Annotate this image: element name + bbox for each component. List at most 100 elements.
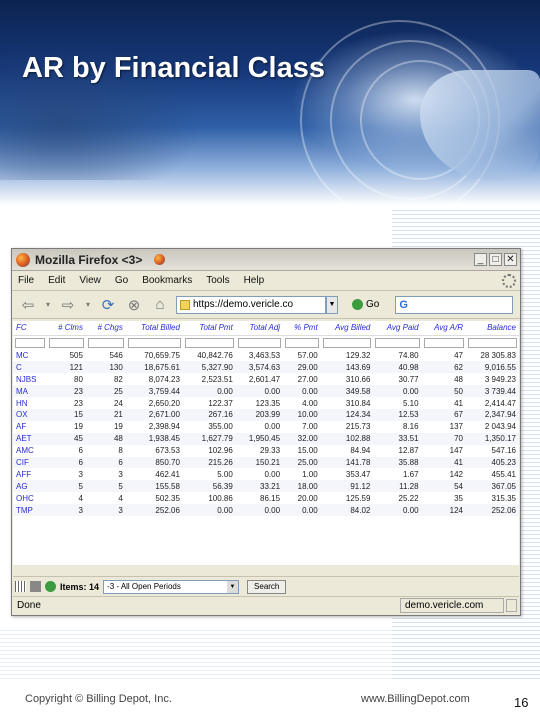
table-row[interactable]: MC 505 546 70,659.75 40,842.76 3,463.53 57.00 1… (13, 350, 519, 362)
financial-class-cell[interactable]: AFF (13, 468, 47, 480)
menu-view[interactable]: View (79, 275, 101, 286)
column-header[interactable]: # Clms (46, 321, 86, 336)
financial-class-cell[interactable]: AMC (13, 445, 47, 457)
table-cell: 3 949.23 (484, 374, 516, 384)
table-cell: 8.16 (403, 422, 419, 432)
financial-class-cell[interactable]: CIF (13, 456, 47, 469)
financial-class-cell[interactable]: OHC (13, 492, 47, 504)
table-row[interactable]: OX 15 21 2,671.00 267.16 203.99 10.00 124.34 12.… (13, 408, 519, 421)
search-button[interactable]: Search (247, 579, 287, 594)
table-cell: 267.16 (182, 408, 236, 421)
table-row[interactable]: AMC 6 8 673.53 102.96 29.33 15.00 84.94 12.87 147… (13, 445, 519, 457)
filter-input[interactable] (322, 337, 372, 348)
table-cell: 0.00 (182, 504, 236, 516)
financial-class-cell[interactable]: HN (13, 397, 47, 409)
stop-icon[interactable]: ⊗ (124, 295, 144, 315)
table-row[interactable]: TMP 3 3 252.06 0.00 0.00 0.00 84.02 0.00 124 252.0… (13, 504, 519, 516)
home-icon[interactable]: ⌂ (150, 295, 170, 315)
financial-class-cell[interactable]: TMP (13, 504, 47, 516)
menu-edit[interactable]: Edit (48, 275, 65, 286)
financial-class-cell[interactable]: AF (13, 421, 47, 433)
table-cell: 0.00 (283, 504, 321, 516)
back-dropdown-icon[interactable]: ▾ (44, 295, 52, 315)
period-select[interactable]: -3 - All Open Periods ▼ (103, 579, 240, 594)
reload-icon[interactable]: ⟳ (98, 295, 118, 315)
filter-input[interactable] (237, 337, 282, 348)
column-header[interactable]: Total Adj (235, 321, 284, 336)
close-button[interactable]: ✕ (504, 253, 517, 266)
financial-class-cell[interactable]: MC (13, 350, 47, 362)
slide-title: AR by Financial Class (22, 52, 325, 84)
financial-class-cell[interactable]: NJBS (13, 373, 47, 385)
search-input[interactable]: G (395, 295, 514, 314)
table-cell: 673.53 (155, 446, 180, 456)
table-cell: 0.00 (373, 504, 422, 516)
page-content: FC # Clms # Chgs Total Billed Total Pmt Total… (13, 321, 519, 565)
financial-class-cell[interactable]: C (13, 361, 47, 374)
table-cell: 850.70 (125, 456, 183, 469)
column-header[interactable]: Avg Paid (373, 321, 422, 336)
menu-tools[interactable]: Tools (206, 275, 229, 286)
table-cell: 3 (85, 504, 126, 516)
column-header[interactable]: Avg Billed (320, 321, 374, 336)
table-row[interactable]: NJBS 80 82 8,074.23 2,523.51 2,601.47 27.00 310… (13, 373, 519, 385)
filter-input[interactable] (15, 337, 45, 348)
find-toolbar: Items: 14 -3 - All Open Periods ▼ Search (13, 576, 519, 596)
filter-input[interactable] (375, 337, 420, 348)
filter-input[interactable] (184, 337, 234, 348)
filter-input[interactable] (127, 337, 181, 348)
column-header[interactable]: Total Billed (125, 321, 183, 336)
url-dropdown-icon[interactable]: ▼ (326, 295, 338, 314)
table-cell: 41 (421, 456, 466, 469)
table-cell: 45 (46, 432, 86, 445)
table-cell: 3 (118, 469, 123, 479)
table-row[interactable]: MA 23 25 3,759.44 0.00 0.00 0.00 349.58 0.00 50 3 … (13, 385, 519, 398)
menu-help[interactable]: Help (244, 275, 265, 286)
table-row[interactable]: AFF 3 3 462.41 5.00 0.00 1.00 353.47 1.67 142 455.… (13, 468, 519, 480)
back-arrow-icon[interactable]: ⇦ (18, 295, 38, 315)
forward-arrow-icon[interactable]: ⇨ (58, 295, 78, 315)
table-row[interactable]: AET 45 48 1,938.45 1,627.79 1,950.45 32.00 102.… (13, 432, 519, 445)
column-header[interactable]: # Chgs (85, 321, 126, 336)
table-cell: 12.87 (398, 446, 419, 456)
filter-input[interactable] (87, 337, 124, 348)
url-field[interactable]: https://demo.vericle.co (176, 295, 326, 314)
table-row[interactable]: AG 5 5 155.58 56.39 33.21 18.00 91.12 11.28 54 367… (13, 480, 519, 493)
financial-class-cell[interactable]: OX (13, 408, 47, 421)
menu-go[interactable]: Go (115, 275, 128, 286)
table-row[interactable]: AF 19 19 2,398.94 355.00 0.00 7.00 215.73 8.16 13… (13, 421, 519, 433)
column-header[interactable]: % Pmt (283, 321, 321, 336)
menu-bookmarks[interactable]: Bookmarks (142, 275, 192, 286)
column-header[interactable]: Total Pmt (182, 321, 236, 336)
column-header[interactable]: Avg A/R (421, 321, 466, 336)
filter-input[interactable] (48, 337, 84, 348)
filter-input[interactable] (285, 337, 319, 348)
table-cell: 6 (78, 446, 83, 456)
column-header[interactable]: FC (13, 321, 47, 336)
table-cell: 35 (454, 493, 463, 503)
refresh-icon[interactable] (45, 581, 56, 592)
financial-class-cell[interactable]: MA (13, 385, 47, 398)
financial-class-cell[interactable]: AET (13, 432, 47, 445)
table-row[interactable]: HN 23 24 2,650.20 122.37 123.35 4.00 310.84 5.10… (13, 397, 519, 409)
table-cell: 349.58 (320, 385, 374, 398)
table-cell: 505 (69, 350, 83, 360)
table-row[interactable]: C 121 130 18,675.61 5,327.90 3,574.63 29.00 143… (13, 361, 519, 374)
menu-file[interactable]: File (18, 275, 34, 286)
print-icon[interactable] (30, 581, 41, 592)
table-cell: 0.00 (264, 469, 281, 479)
maximize-button[interactable]: □ (489, 253, 502, 266)
column-header[interactable]: Balance (465, 321, 519, 336)
filter-input[interactable] (423, 337, 464, 348)
grid-icon[interactable] (15, 581, 26, 592)
table-cell: 35.88 (373, 456, 422, 469)
table-row[interactable]: OHC 4 4 502.35 100.86 86.15 20.00 125.59 25.22 35… (13, 492, 519, 504)
table-cell: 3 739.44 (465, 385, 519, 398)
go-button[interactable]: Go (352, 299, 379, 310)
table-row[interactable]: CIF 6 6 850.70 215.26 150.21 25.00 141.78 35.88 4… (13, 456, 519, 469)
forward-dropdown-icon[interactable]: ▾ (84, 295, 92, 315)
financial-class-cell[interactable]: AG (13, 480, 47, 493)
filter-input[interactable] (467, 337, 517, 348)
table-cell: 1,938.45 (125, 432, 183, 445)
minimize-button[interactable]: _ (474, 253, 487, 266)
